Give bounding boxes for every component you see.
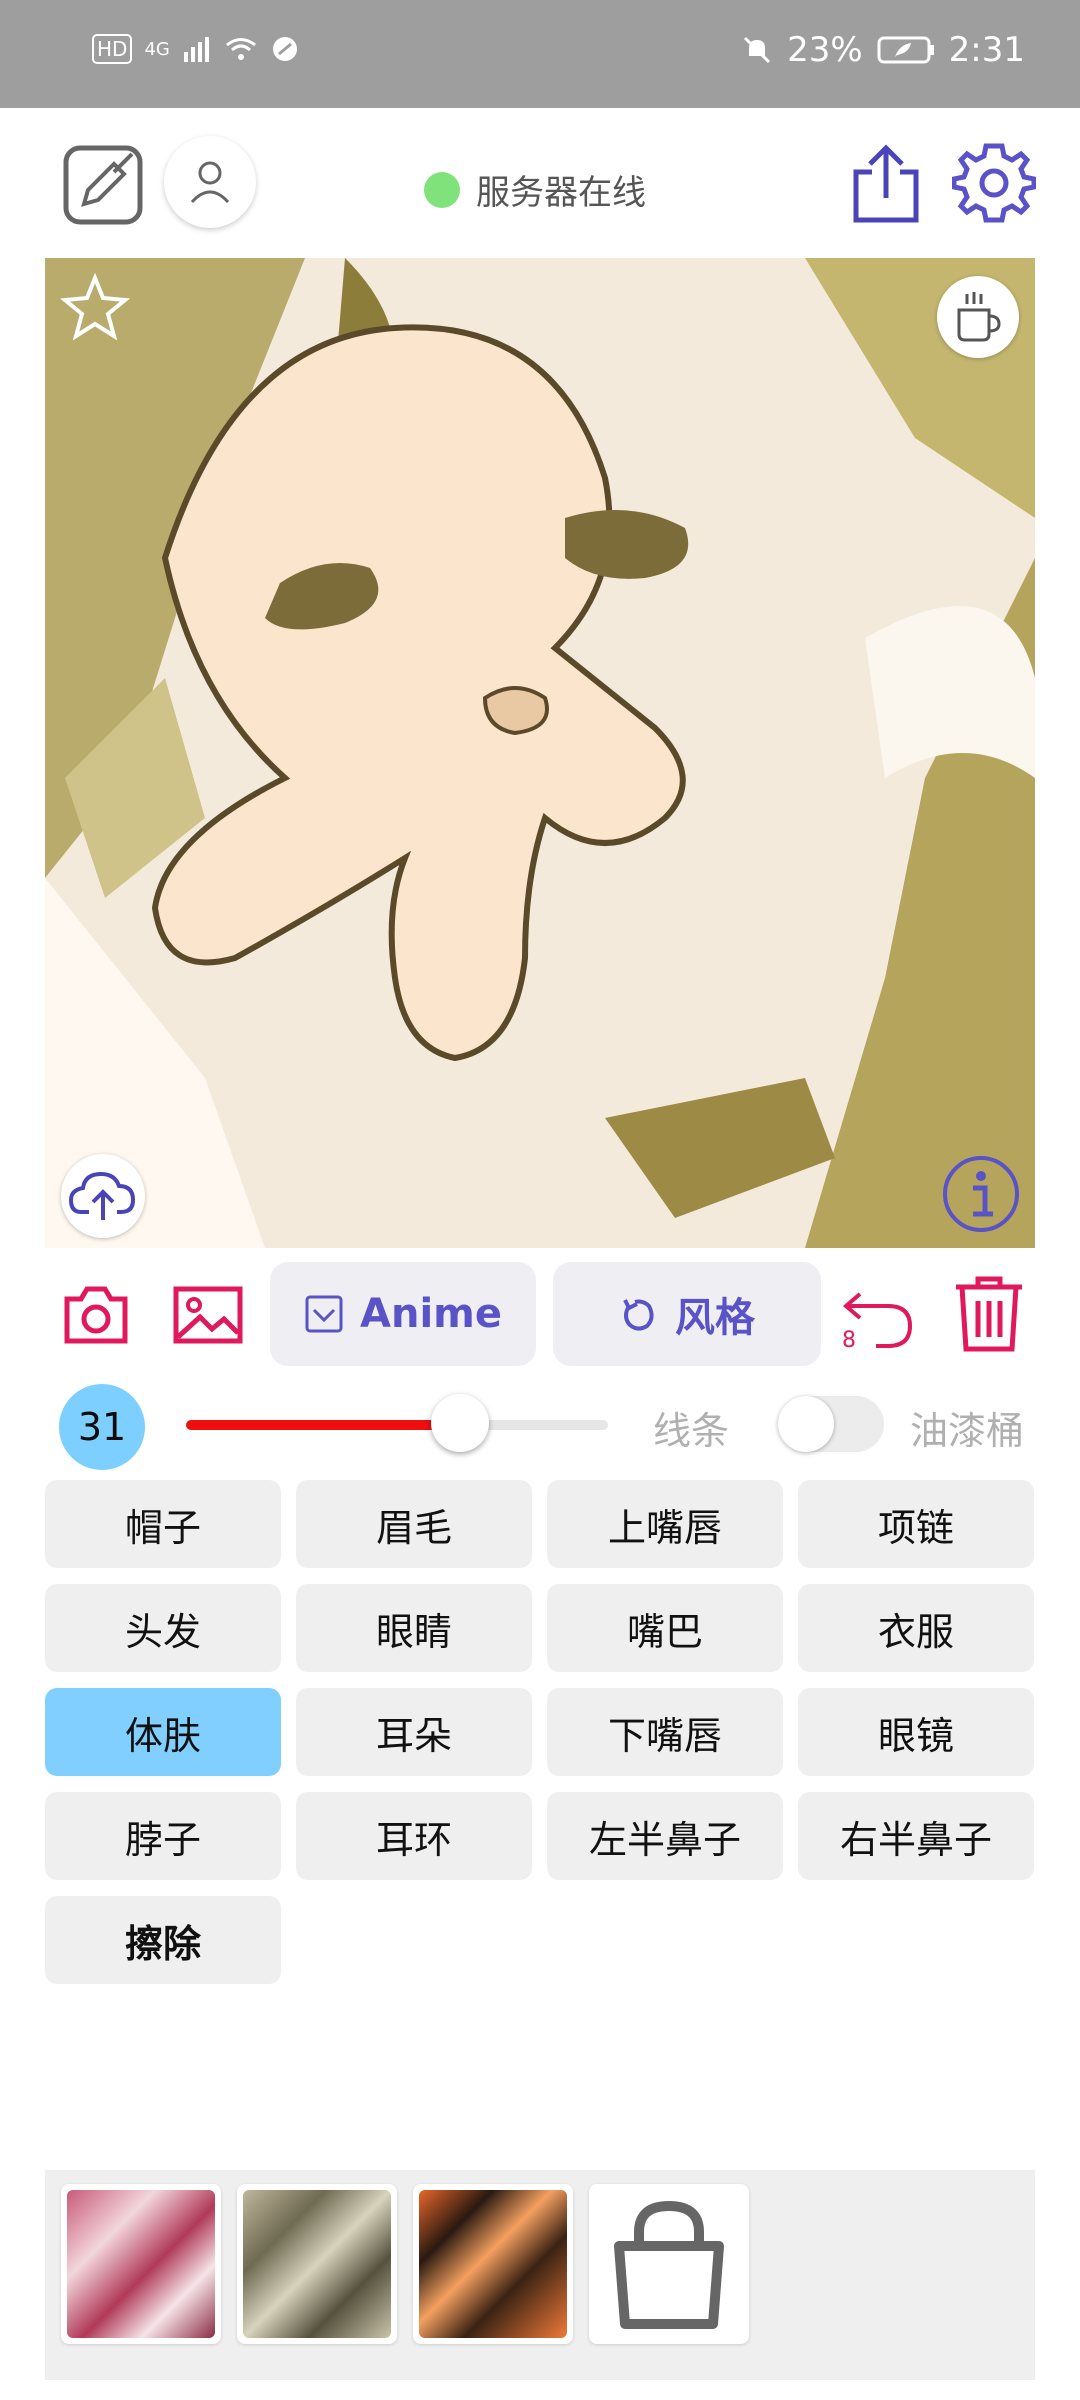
anime-mode-button[interactable]: Anime — [270, 1262, 536, 1366]
settings-button[interactable] — [952, 140, 1036, 224]
parts-grid: 帽子 眉毛 上嘴唇 项链头发 眼睛 嘴巴 衣服体肤 耳朵 下嘴唇 眼镜脖子 耳环 左半鼻子 右半鼻子擦除 — [45, 1480, 1035, 1984]
upload-button[interactable] — [61, 1154, 145, 1238]
coffee-button[interactable] — [937, 276, 1019, 358]
style-label: 风格 — [675, 1295, 755, 1341]
part-button[interactable]: 嘴巴 — [547, 1584, 783, 1672]
part-button[interactable]: 眼睛 — [296, 1584, 532, 1672]
style-preview-1 — [67, 2190, 215, 2338]
paint-bucket-switch[interactable] — [778, 1396, 884, 1452]
edit-square-icon — [63, 145, 143, 225]
status-right: 23% 2:31 — [741, 30, 1025, 70]
brush-size-slider[interactable] — [186, 1394, 608, 1452]
part-button[interactable]: 耳朵 — [296, 1688, 532, 1776]
info-icon — [943, 1156, 1019, 1232]
part-button[interactable]: 上嘴唇 — [547, 1480, 783, 1568]
undo-count: 8 — [842, 1328, 856, 1353]
server-status: 服务器在线 — [424, 165, 646, 214]
user-button[interactable] — [164, 136, 256, 228]
style-thumb-3[interactable] — [413, 2184, 573, 2344]
part-button[interactable]: 左半鼻子 — [547, 1792, 783, 1880]
brush-size-badge: 31 — [59, 1384, 145, 1470]
network-label: 4G — [144, 38, 170, 60]
part-button[interactable]: 脖子 — [45, 1792, 281, 1880]
slider-fill — [186, 1420, 461, 1430]
switch-knob — [778, 1396, 834, 1452]
status-bar: HD 4G 23% 2:31 — [0, 0, 1080, 108]
line-mode-label[interactable]: 线条 — [653, 1400, 729, 1455]
style-preview-3 — [419, 2190, 567, 2338]
part-button[interactable]: 衣服 — [798, 1584, 1034, 1672]
paint-bucket-label: 油漆桶 — [910, 1409, 1025, 1453]
part-button[interactable]: 擦除 — [45, 1896, 281, 1984]
star-icon — [59, 272, 131, 341]
gallery-button[interactable] — [170, 1280, 246, 1350]
anime-mode-label: Anime — [360, 1291, 502, 1337]
favorite-button[interactable] — [59, 272, 131, 344]
part-button[interactable]: 右半鼻子 — [798, 1792, 1034, 1880]
server-status-dot — [424, 171, 460, 208]
part-button[interactable]: 头发 — [45, 1584, 281, 1672]
part-button[interactable]: 下嘴唇 — [547, 1688, 783, 1776]
shopping-bag-icon — [614, 2200, 724, 2329]
share-icon — [853, 144, 919, 223]
style-thumb-1[interactable] — [61, 2184, 221, 2344]
store-button[interactable] — [589, 2184, 749, 2344]
edit-button[interactable] — [62, 144, 144, 226]
slider-thumb[interactable] — [431, 1394, 490, 1452]
part-button[interactable]: 眼镜 — [798, 1688, 1034, 1776]
style-presets-panel — [45, 2170, 1035, 2380]
hd-indicator: HD — [92, 34, 133, 64]
battery-percent: 23% — [787, 30, 863, 70]
share-button[interactable] — [846, 142, 926, 226]
part-button[interactable]: 体肤 — [45, 1688, 281, 1776]
info-button[interactable] — [939, 1152, 1023, 1236]
wifi-icon — [225, 38, 256, 60]
drawing-canvas[interactable] — [45, 258, 1035, 1248]
user-icon — [190, 161, 230, 204]
style-button[interactable]: 风格 — [553, 1262, 821, 1366]
style-thumb-2[interactable] — [237, 2184, 397, 2344]
camera-icon — [64, 1286, 128, 1344]
image-icon — [173, 1286, 243, 1344]
undo-button[interactable]: 8 — [842, 1276, 918, 1353]
gear-icon — [952, 143, 1036, 223]
part-button[interactable]: 耳环 — [296, 1792, 532, 1880]
vpn-icon — [272, 37, 297, 61]
battery-icon — [877, 36, 934, 64]
coffee-icon — [957, 292, 1001, 342]
cloud-upload-icon — [68, 1171, 136, 1220]
part-button[interactable]: 项链 — [798, 1480, 1034, 1568]
server-status-label: 服务器在线 — [476, 173, 646, 213]
artwork — [45, 258, 1035, 1248]
mute-bell-icon — [744, 36, 771, 64]
delete-button[interactable] — [948, 1272, 1030, 1356]
status-left: HD 4G — [92, 34, 300, 64]
part-button[interactable]: 帽子 — [45, 1480, 281, 1568]
refresh-icon — [623, 1299, 654, 1331]
part-button[interactable]: 眉毛 — [296, 1480, 532, 1568]
signal-icon — [183, 37, 209, 62]
camera-button[interactable] — [58, 1280, 134, 1350]
style-preview-2 — [243, 2190, 391, 2338]
checkbox-icon — [305, 1295, 343, 1333]
trash-icon — [956, 1276, 1022, 1352]
clock: 2:31 — [948, 30, 1025, 70]
